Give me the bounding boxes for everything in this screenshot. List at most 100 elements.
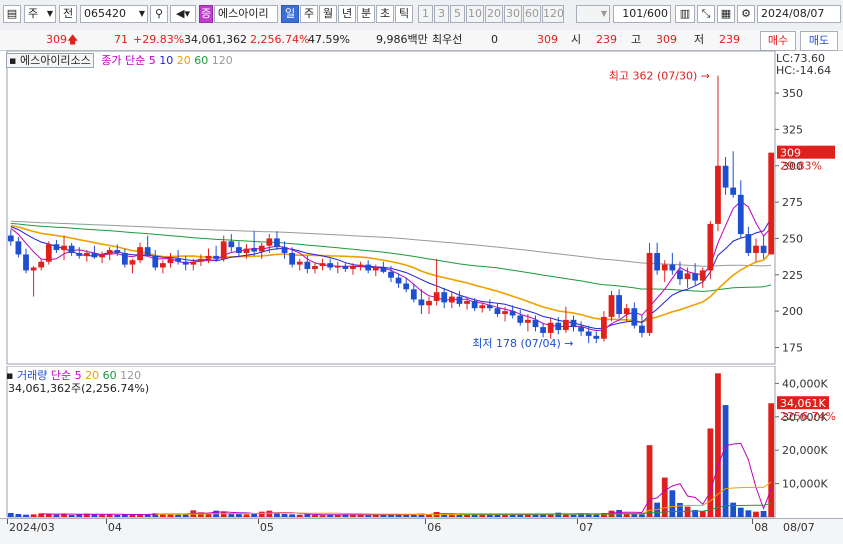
candle-body <box>15 241 22 255</box>
candle-body <box>494 308 501 315</box>
sell-button[interactable]: 매도 <box>800 31 838 51</box>
interval-tab[interactable]: 120 <box>542 5 564 23</box>
data-count-total: /600 <box>643 7 668 20</box>
interval-tab[interactable]: 10 <box>466 5 484 23</box>
chart-settings-icon[interactable]: ▤ <box>3 5 21 23</box>
interval-tab[interactable]: 5 <box>450 5 465 23</box>
interval-tab[interactable]: 3 <box>434 5 449 23</box>
period-tab[interactable]: 월 <box>319 5 337 23</box>
candle-body <box>53 244 60 251</box>
volume-bar <box>669 490 676 517</box>
candle-body <box>38 261 45 268</box>
date-tick-label: 08 <box>754 521 769 534</box>
chart-title-box: ▪ 에스아이리소스 <box>6 53 94 68</box>
candle-body <box>661 264 668 271</box>
buy-button[interactable]: 매수 <box>760 31 796 51</box>
stock-name-field[interactable]: 에스아이리 <box>214 5 278 23</box>
candle-body <box>76 252 83 256</box>
date-tick-mark <box>752 519 754 524</box>
ma10-legend: 10 <box>159 54 174 67</box>
candle-body <box>251 248 258 252</box>
candle-body <box>540 327 546 333</box>
y-tick-label: 20,000K <box>782 444 828 457</box>
candle-body <box>433 292 440 301</box>
open-label: 시 <box>571 33 582 46</box>
candle-body <box>684 273 691 280</box>
volume-bar <box>722 405 729 517</box>
speaker-icon[interactable]: ◀▾ <box>170 5 196 23</box>
interval-tab[interactable]: 60 <box>523 5 541 23</box>
interval-tab[interactable]: 30 <box>504 5 522 23</box>
volume-bar <box>745 510 752 517</box>
prev-button[interactable]: 전 <box>59 5 77 23</box>
volume-summary: 34,061,362주(2,256.74%) <box>8 382 150 395</box>
candle-body <box>350 266 356 269</box>
candle-body <box>479 305 486 309</box>
candle <box>646 242 653 336</box>
indicator-icon[interactable]: ▥ <box>675 5 695 23</box>
candle-body <box>198 258 204 262</box>
period-tab[interactable]: 초 <box>376 5 394 23</box>
split-view-icon[interactable]: ▦ <box>717 5 735 23</box>
interval-tab[interactable]: 20 <box>485 5 503 23</box>
open-value: 239 <box>596 33 617 46</box>
date-tick-mark <box>7 519 8 524</box>
line-tool-icon[interactable]: ⤡ <box>697 5 715 23</box>
data-count-field[interactable]: 101/600 <box>613 5 671 23</box>
candle-body <box>585 331 592 336</box>
date-tick-label: 05 <box>259 521 274 534</box>
y-tick-label: 225 <box>782 269 803 282</box>
candle-body <box>532 319 539 328</box>
volume-bar <box>23 514 29 517</box>
margin-badge: 증 <box>199 5 213 23</box>
date-field[interactable]: 2024/08/07 <box>757 5 841 23</box>
price-chart-panel[interactable]: 350 325 300 275 250 225 200 175 309 29.83% 최고 362 … <box>0 50 843 365</box>
current-pct-tag: 29.83% <box>780 160 822 173</box>
volume-bar <box>236 513 242 517</box>
candle-body <box>304 261 311 269</box>
candle-body <box>137 247 143 261</box>
volume-bar <box>456 514 463 517</box>
volume-pct-tag: 2256.74% <box>780 410 836 423</box>
gear-icon[interactable]: ⚙ <box>737 5 755 23</box>
y-tick-label: 325 <box>782 123 803 136</box>
candle <box>768 152 775 255</box>
volume-bar <box>266 510 273 517</box>
volume-bar <box>15 513 22 517</box>
volume-chart-panel[interactable]: 40,000K 30,000K 20,000K 10,000K 34,061K 2256.… <box>0 365 843 518</box>
high-label: 고 <box>631 33 642 46</box>
candle-body <box>312 266 318 269</box>
search-icon[interactable]: ⚲ <box>150 5 168 23</box>
candle-body <box>616 295 623 315</box>
period-tab[interactable]: 틱 <box>395 5 413 23</box>
period-tab[interactable]: 일 <box>281 5 299 23</box>
stock-code-input[interactable]: 065420 ▼ <box>80 5 148 23</box>
turnover-rate: 47.59% <box>308 33 350 46</box>
candle <box>608 290 615 322</box>
chart-toolbar: ▤ 주 ▼ 전 065420 ▼ ⚲ ◀▾ 증 에스아이리 일주월년분초틱 1351… <box>0 0 843 31</box>
price-chart[interactable]: 35032530027525022520017530929.83%최고 362 … <box>0 50 843 365</box>
data-count-value: 101 <box>622 7 644 20</box>
volume-bar <box>403 514 410 517</box>
period-tab[interactable]: 년 <box>338 5 356 23</box>
candle-body <box>578 327 584 332</box>
candle-body <box>357 264 364 267</box>
candle-body <box>646 252 653 333</box>
candle-body <box>205 255 212 259</box>
period-tab[interactable]: 분 <box>357 5 375 23</box>
low-value: 239 <box>719 33 740 46</box>
candle-body <box>547 322 554 333</box>
volume-bar <box>486 514 493 517</box>
volume-bar <box>570 514 577 517</box>
date-tick-label: 06 <box>427 521 442 534</box>
candle-body <box>114 250 121 253</box>
period-tab[interactable]: 주 <box>300 5 318 23</box>
candle-body <box>692 273 699 281</box>
interval-tab[interactable]: 1 <box>418 5 433 23</box>
candle-body <box>380 267 387 272</box>
interval-select[interactable]: ▼ <box>576 5 610 23</box>
volume-bar <box>251 513 258 517</box>
low-label: 저 <box>694 33 705 46</box>
candle-body <box>418 299 425 306</box>
period-select[interactable]: 주 ▼ <box>24 5 56 23</box>
